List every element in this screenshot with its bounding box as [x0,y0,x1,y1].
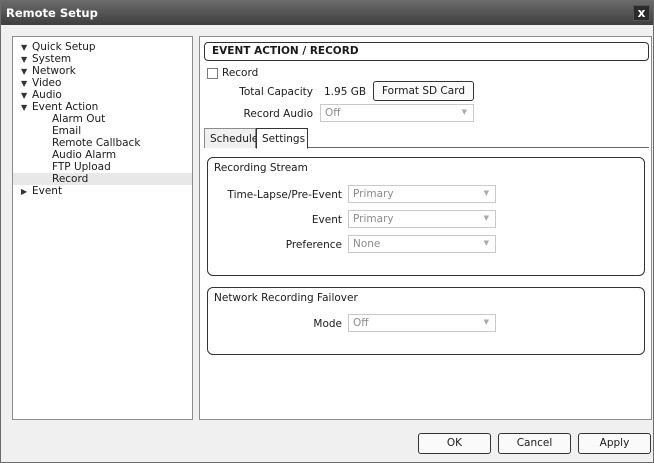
tree-item-event[interactable]: ▶ Event [21,185,62,197]
tab-schedule[interactable]: Schedule [204,128,258,148]
tree-item-alarm-out[interactable]: Alarm Out [52,113,105,125]
chevron-down-icon: ▼ [483,239,489,247]
tab-settings[interactable]: Settings [256,128,308,149]
total-capacity-label: Total Capacity [239,86,313,98]
cancel-button[interactable]: Cancel [498,433,571,454]
record-label: Record [222,67,259,79]
tree-collapsed-icon[interactable]: ▶ [21,186,32,198]
time-lapse-select[interactable]: Primary ▼ [348,185,496,203]
tree-expanded-icon[interactable]: ▼ [21,102,32,114]
apply-button[interactable]: Apply [578,433,651,454]
ok-button[interactable]: OK [418,433,491,454]
tree-item-record[interactable]: Record [13,173,192,185]
time-lapse-label: Time-Lapse/Pre-Event [227,189,342,201]
tree-item-network[interactable]: ▼ Network [21,65,76,77]
mode-select[interactable]: Off ▼ [348,314,496,332]
chevron-down-icon: ▼ [483,318,489,326]
recording-stream-group: Recording Stream Time-Lapse/Pre-Event Pr… [207,157,645,276]
window-title: Remote Setup [6,6,98,20]
tree-item-system[interactable]: ▼ System [21,53,71,65]
tree-item-video[interactable]: ▼ Video [21,77,61,89]
title-bar: Remote Setup x [1,1,653,25]
content-panel: EVENT ACTION / RECORD Record Total Capac… [199,36,652,420]
tree-item-audio[interactable]: ▼ Audio [21,89,62,101]
chevron-down-icon: ▼ [483,214,489,222]
mode-label: Mode [313,318,342,330]
event-label: Event [311,214,342,226]
recording-stream-title: Recording Stream [214,162,308,174]
preference-label: Preference [285,239,342,251]
tree-item-quick-setup[interactable]: ▼ Quick Setup [21,41,96,53]
tree-item-email[interactable]: Email [52,125,81,137]
chevron-down-icon: ▼ [461,108,467,116]
tree-item-ftp-upload[interactable]: FTP Upload [52,161,111,173]
record-audio-select[interactable]: Off ▼ [320,104,474,122]
navigation-tree: ▼ Quick Setup ▼ System ▼ Network ▼ Video ▼ Au… [12,36,193,420]
record-audio-label: Record Audio [243,108,313,120]
close-icon: x [637,6,646,20]
chevron-down-icon: ▼ [483,189,489,197]
network-failover-group: Network Recording Failover Mode Off ▼ [207,287,645,355]
tree-item-audio-alarm[interactable]: Audio Alarm [52,149,116,161]
page-title: EVENT ACTION / RECORD [204,42,649,61]
record-checkbox[interactable] [207,68,218,79]
tree-item-event-action[interactable]: ▼ Event Action [21,101,98,113]
tree-item-remote-callback[interactable]: Remote Callback [52,137,140,149]
close-button[interactable]: x [633,5,650,21]
format-sd-card-button[interactable]: Format SD Card [373,81,474,101]
network-failover-title: Network Recording Failover [214,292,358,304]
remote-setup-window: Remote Setup x ▼ Quick Setup ▼ System ▼ Net… [0,0,654,463]
event-select[interactable]: Primary ▼ [348,210,496,228]
preference-select[interactable]: None ▼ [348,235,496,253]
total-capacity-value: 1.95 GB [324,86,367,98]
